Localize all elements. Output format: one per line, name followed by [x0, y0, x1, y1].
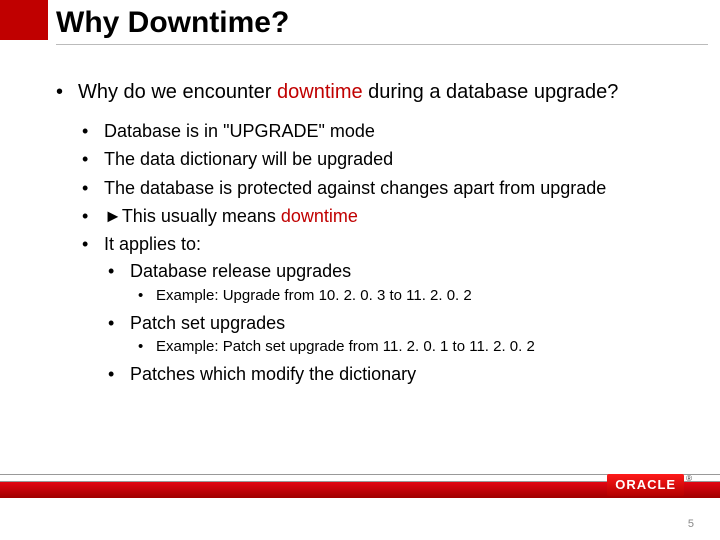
- oracle-logo-text: ORACLE: [607, 474, 684, 496]
- point: • The database is protected against chan…: [82, 176, 690, 200]
- bullet-icon: •: [138, 338, 156, 357]
- subpoint-text: Patches which modify the dictionary: [130, 363, 416, 386]
- bullet-icon: •: [82, 176, 104, 200]
- point: • ►This usually means downtime: [82, 204, 690, 228]
- lead-post: during a database upgrade?: [363, 81, 619, 103]
- point: • It applies to:: [82, 232, 690, 256]
- bullet-icon: •: [56, 80, 78, 105]
- example: • Example: Patch set upgrade from 11. 2.…: [138, 338, 690, 357]
- point4-pre: ►This usually means: [104, 206, 281, 226]
- example-text: Example: Upgrade from 10. 2. 0. 3 to 11.…: [156, 287, 472, 306]
- bullet-icon: •: [82, 147, 104, 171]
- example-group: • Example: Patch set upgrade from 11. 2.…: [138, 338, 690, 357]
- bullet-icon: •: [138, 287, 156, 306]
- point: • Database is in "UPGRADE" mode: [82, 119, 690, 143]
- subpoint-text: Patch set upgrades: [130, 312, 285, 335]
- slide-body: • Why do we encounter downtime during a …: [56, 80, 690, 389]
- bullet-icon: •: [108, 363, 130, 386]
- subpoints-group: • Database release upgrades • Example: U…: [108, 260, 690, 385]
- title-rule: [56, 44, 708, 45]
- points-group: • Database is in "UPGRADE" mode • The da…: [82, 119, 690, 385]
- bullet-icon: •: [108, 312, 130, 335]
- bullet-icon: •: [108, 260, 130, 283]
- example-text: Example: Patch set upgrade from 11. 2. 0…: [156, 338, 535, 357]
- accent-block: [0, 0, 48, 40]
- example-group: • Example: Upgrade from 10. 2. 0. 3 to 1…: [138, 287, 690, 306]
- example: • Example: Upgrade from 10. 2. 0. 3 to 1…: [138, 287, 690, 306]
- lead-pre: Why do we encounter: [78, 81, 277, 103]
- point: • The data dictionary will be upgraded: [82, 147, 690, 171]
- point-text: ►This usually means downtime: [104, 204, 358, 228]
- page-number: 5: [688, 518, 694, 530]
- point-text: Database is in "UPGRADE" mode: [104, 119, 375, 143]
- subpoint: • Patches which modify the dictionary: [108, 363, 690, 386]
- point-text: The data dictionary will be upgraded: [104, 147, 393, 171]
- bullet-icon: •: [82, 204, 104, 228]
- point4-highlight: downtime: [281, 206, 358, 226]
- subpoint-text: Database release upgrades: [130, 260, 351, 283]
- subpoint: • Database release upgrades: [108, 260, 690, 283]
- lead-highlight: downtime: [277, 81, 363, 103]
- slide-title: Why Downtime?: [56, 6, 289, 40]
- bullet-icon: •: [82, 232, 104, 256]
- oracle-logo: ORACLE®: [607, 474, 692, 496]
- lead-text: Why do we encounter downtime during a da…: [78, 80, 618, 105]
- point-text: It applies to:: [104, 232, 201, 256]
- bullet-icon: •: [82, 119, 104, 143]
- subpoint: • Patch set upgrades: [108, 312, 690, 335]
- point-text: The database is protected against change…: [104, 176, 606, 200]
- lead-bullet: • Why do we encounter downtime during a …: [56, 80, 690, 105]
- registered-icon: ®: [686, 474, 692, 483]
